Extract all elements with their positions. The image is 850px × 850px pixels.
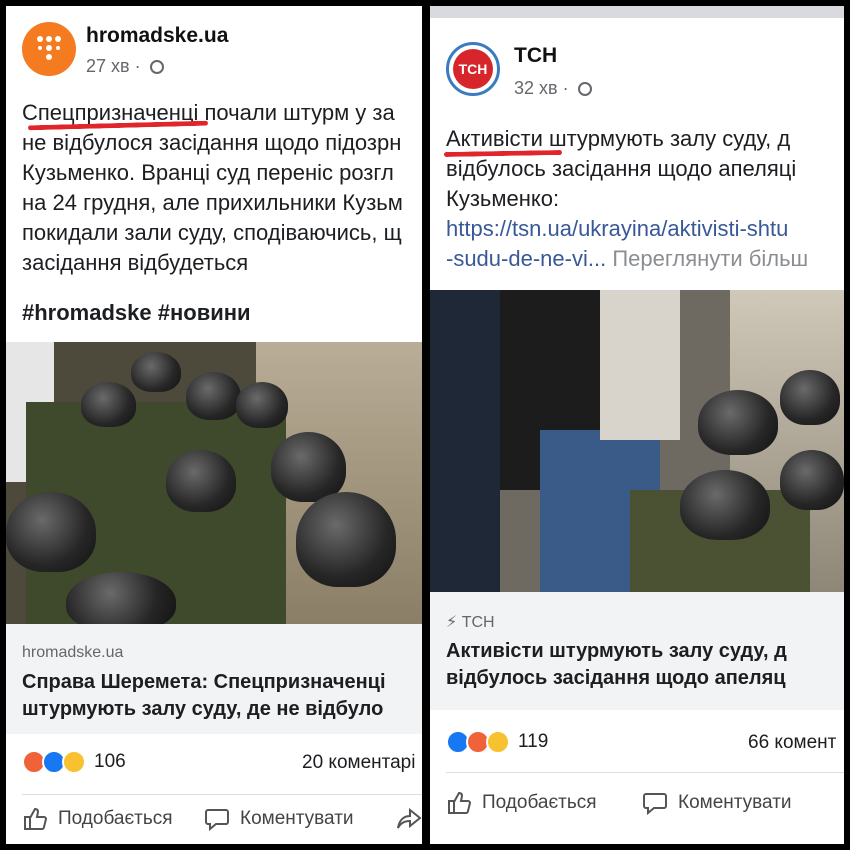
comments-count[interactable]: 20 коментарі — [302, 752, 415, 774]
post-text-line: засідання відбудеться — [22, 250, 249, 275]
comment-label: Коментувати — [678, 792, 792, 813]
globe-icon — [149, 60, 164, 74]
post-text-line: Кузьменко. Вранці суд переніс розгл — [22, 160, 394, 185]
comment-button[interactable]: Коментувати — [204, 806, 354, 832]
card-title: Справа Шеремета: Спецпризначенці штурмую… — [22, 669, 386, 723]
reaction-count: 119 — [518, 731, 549, 752]
post-link[interactable]: https://tsn.ua/ukrayina/aktivisti-shtu — [446, 214, 808, 244]
like-button[interactable]: Подобається — [446, 790, 597, 816]
globe-icon — [577, 82, 592, 96]
share-icon — [397, 807, 422, 829]
card-source-text: ТСН — [461, 614, 495, 631]
link-preview-card[interactable]: ⚡ ТСН Активісти штурмують залу суду, д в… — [430, 592, 844, 710]
card-title-line: Справа Шеремета: Спецпризначенці — [22, 671, 386, 693]
card-source: ⚡ ТСН — [446, 612, 495, 632]
card-domain: hromadske.ua — [22, 644, 124, 661]
post-photo[interactable] — [430, 290, 844, 592]
post-text-line: Кузьменко: — [446, 186, 560, 211]
post-text-line: покидали зали суду, сподіваючись, щ — [22, 220, 402, 245]
post-text-line: не відбулося засідання щодо підозрн — [22, 130, 402, 155]
thumbs-up-icon — [448, 791, 472, 814]
post-time-text: 27 хв — [86, 56, 130, 76]
comment-label: Коментувати — [240, 808, 354, 829]
page-name[interactable]: hromadske.ua — [86, 24, 228, 48]
lightning-icon: ⚡ — [446, 614, 458, 631]
post-link-tail[interactable]: -sudu-de-ne-vi... — [446, 246, 606, 271]
tsn-logo-text: ТСН — [453, 49, 493, 89]
reaction-count: 106 — [94, 751, 126, 772]
hromadske-avatar[interactable] — [22, 22, 76, 76]
wow-reaction-icon — [62, 750, 86, 774]
post-text-line: відбулось засідання щодо апеляці — [446, 156, 797, 181]
share-button[interactable] — [396, 806, 422, 832]
tsn-avatar[interactable]: ТСН — [446, 42, 500, 96]
like-label: Подобається — [58, 808, 173, 829]
post-text: Спецпризначенці почали штурм у за не від… — [22, 98, 403, 328]
comment-button[interactable]: Коментувати — [642, 790, 792, 816]
card-title-line: відбулось засідання щодо апеляц — [446, 667, 786, 689]
thumbs-up-icon — [24, 807, 48, 830]
like-button[interactable]: Подобається — [22, 806, 173, 832]
hromadske-logo-icon — [37, 36, 61, 60]
post-text-line: на 24 грудня, але прихильники Кузьм — [22, 190, 403, 215]
post-time-text: 32 хв — [514, 78, 558, 98]
divider — [22, 794, 422, 795]
page-name[interactable]: ТСН — [514, 44, 557, 68]
comment-icon — [643, 793, 667, 816]
comment-icon — [205, 809, 229, 832]
card-title: Активісти штурмують залу суду, д відбуло… — [446, 638, 787, 692]
post-time[interactable]: 27 хв · — [86, 56, 164, 77]
like-label: Подобається — [482, 792, 597, 813]
card-title-line: штурмують залу суду, де не відбуло — [22, 698, 384, 720]
link-preview-card[interactable]: hromadske.ua Справа Шеремета: Спецпризна… — [6, 624, 422, 734]
divider — [446, 772, 844, 773]
reactions-summary[interactable]: 119 — [446, 730, 548, 754]
post-photo[interactable] — [6, 342, 422, 624]
reactions-summary[interactable]: 106 — [22, 750, 126, 774]
right-post: ТСН ТСН 32 хв · Активісти штурмують залу… — [430, 6, 844, 844]
left-post: hromadske.ua 27 хв · Спецпризначенці поч… — [6, 6, 422, 844]
post-text-line: Активісти штурмують залу суду, д — [446, 126, 791, 151]
see-more-link[interactable]: Переглянути більш — [612, 246, 808, 271]
card-title-line: Активісти штурмують залу суду, д — [446, 640, 787, 662]
wow-reaction-icon — [486, 730, 510, 754]
comments-count[interactable]: 66 комент — [748, 732, 836, 754]
post-text: Активісти штурмують залу суду, д відбуло… — [446, 124, 808, 274]
post-time[interactable]: 32 хв · — [514, 78, 592, 99]
hashtags[interactable]: #hromadske #новини — [22, 298, 403, 328]
